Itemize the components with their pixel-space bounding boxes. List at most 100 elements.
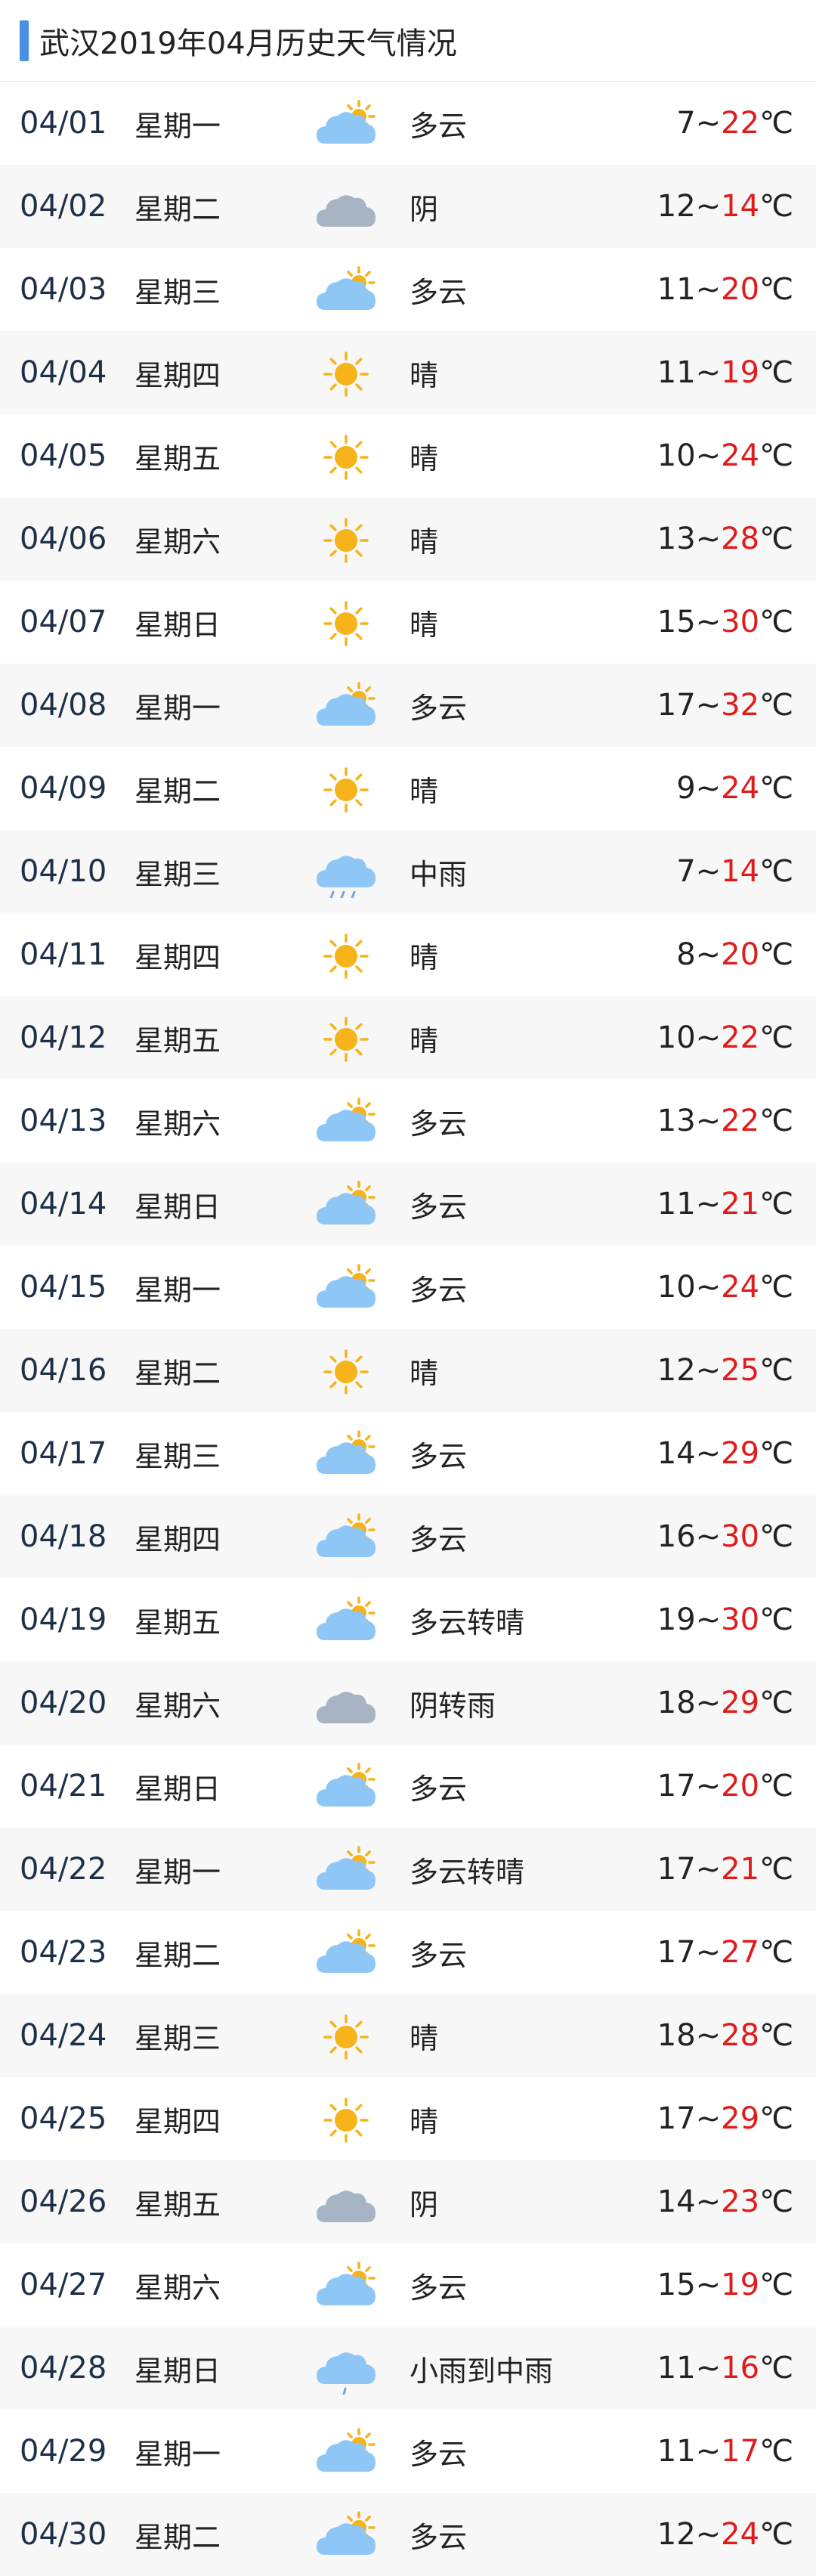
temp-separator: ~	[695, 1935, 722, 1970]
low-temp: 12	[657, 189, 696, 224]
temp-separator: ~	[695, 1270, 722, 1305]
partly-cloudy-icon	[315, 1513, 377, 1563]
temperature-range: 11~21℃	[657, 1187, 793, 1221]
sunny-icon	[315, 2095, 377, 2145]
temperature-range: 13~22℃	[657, 1104, 793, 1138]
low-temp: 11	[657, 355, 696, 390]
partly-cloudy-icon	[315, 682, 377, 732]
temperature-range: 12~25℃	[657, 1353, 793, 1388]
weather-row: 04/17 星期三 多云 14~29℃	[0, 1412, 816, 1495]
page-header: 武汉2019年04月历史天气情况	[0, 0, 816, 82]
weather-row: 04/05 星期五 晴 10~24℃	[0, 414, 816, 497]
low-temp: 17	[657, 1935, 696, 1970]
high-temp: 21	[721, 1852, 760, 1887]
date-label: 04/06	[20, 522, 107, 556]
high-temp: 28	[721, 522, 760, 556]
high-temp: 17	[721, 2434, 760, 2469]
temp-separator: ~	[695, 1852, 722, 1887]
partly-cloudy-icon	[315, 100, 377, 150]
high-temp: 20	[721, 1769, 760, 1804]
low-temp: 11	[657, 2434, 696, 2469]
low-temp: 14	[657, 1436, 696, 1471]
condition-label: 晴	[410, 1356, 439, 1390]
condition-label: 多云	[410, 1439, 468, 1473]
partly-cloudy-icon	[315, 2262, 377, 2311]
condition-label: 多云	[410, 109, 468, 143]
date-label: 04/13	[20, 1104, 107, 1138]
low-temp: 7	[676, 106, 696, 141]
weather-row: 04/12 星期五 晴 10~22℃	[0, 996, 816, 1079]
condition-label: 阴	[410, 2187, 439, 2221]
temperature-range: 17~32℃	[657, 688, 793, 723]
weather-row: 04/09 星期二 晴 9~24℃	[0, 747, 816, 830]
weather-row: 04/18 星期四 多云 16~30℃	[0, 1495, 816, 1578]
temperature-range: 14~29℃	[657, 1436, 793, 1471]
light-rain-icon	[315, 2345, 377, 2396]
condition-label: 多云	[410, 2271, 468, 2305]
temp-separator: ~	[695, 189, 722, 224]
temp-unit: ℃	[759, 771, 793, 806]
low-temp: 14	[657, 2184, 696, 2219]
temp-separator: ~	[695, 272, 722, 307]
temp-separator: ~	[695, 854, 722, 889]
low-temp: 8	[676, 937, 696, 972]
weather-row: 04/14 星期日 多云 11~21℃	[0, 1163, 816, 1246]
temp-separator: ~	[695, 1020, 722, 1055]
weekday-label: 星期五	[134, 1023, 221, 1057]
temp-separator: ~	[695, 106, 722, 141]
temp-unit: ℃	[759, 1187, 793, 1221]
low-temp: 18	[657, 1686, 696, 1720]
date-label: 04/26	[20, 2184, 107, 2219]
low-temp: 18	[657, 2018, 696, 2053]
weather-row: 04/11 星期四 晴 8~20℃	[0, 913, 816, 996]
temp-separator: ~	[695, 2268, 722, 2302]
partly-cloudy-icon	[315, 1929, 377, 1979]
temp-unit: ℃	[759, 2268, 793, 2302]
condition-label: 多云转晴	[410, 1605, 525, 1639]
weather-row: 04/13 星期六 多云 13~22℃	[0, 1079, 816, 1163]
weather-row: 04/26 星期五 阴 14~23℃	[0, 2160, 816, 2243]
condition-label: 多云转晴	[410, 1855, 525, 1889]
temp-unit: ℃	[759, 1270, 793, 1305]
temp-unit: ℃	[759, 272, 793, 307]
low-temp: 12	[657, 2517, 696, 2552]
temperature-range: 17~21℃	[657, 1852, 793, 1887]
temperature-range: 13~28℃	[657, 522, 793, 556]
date-label: 04/29	[20, 2434, 107, 2469]
partly-cloudy-icon	[315, 2511, 377, 2561]
temperature-range: 7~14℃	[676, 854, 793, 889]
temp-separator: ~	[695, 2434, 722, 2469]
date-label: 04/12	[20, 1020, 107, 1055]
overcast-icon	[315, 2178, 377, 2228]
sunny-icon	[315, 1014, 377, 1064]
temp-separator: ~	[695, 1436, 722, 1471]
low-temp: 16	[657, 1519, 696, 1554]
weather-row: 04/08 星期一 多云 17~32℃	[0, 664, 816, 747]
condition-label: 多云	[410, 1273, 468, 1307]
low-temp: 13	[657, 1104, 696, 1138]
temp-unit: ℃	[759, 106, 793, 141]
temp-separator: ~	[695, 605, 722, 639]
weekday-label: 星期二	[134, 1356, 221, 1390]
temp-unit: ℃	[759, 854, 793, 889]
low-temp: 13	[657, 522, 696, 556]
temp-unit: ℃	[759, 522, 793, 556]
condition-label: 晴	[410, 1023, 439, 1057]
temp-unit: ℃	[759, 2434, 793, 2469]
weekday-label: 星期六	[134, 1689, 221, 1723]
sunny-icon	[315, 765, 377, 815]
temperature-range: 14~23℃	[657, 2184, 793, 2219]
temp-separator: ~	[695, 1353, 722, 1388]
high-temp: 22	[721, 1104, 760, 1138]
weekday-label: 星期一	[134, 1273, 221, 1307]
date-label: 04/18	[20, 1519, 107, 1554]
weekday-label: 星期二	[134, 774, 221, 808]
date-label: 04/11	[20, 937, 107, 972]
temperature-range: 11~19℃	[657, 355, 793, 390]
condition-label: 多云	[410, 1772, 468, 1806]
partly-cloudy-icon	[315, 2428, 377, 2478]
partly-cloudy-icon	[315, 266, 377, 316]
temp-unit: ℃	[759, 1436, 793, 1471]
temperature-range: 7~22℃	[676, 106, 793, 141]
temp-unit: ℃	[759, 1769, 793, 1804]
